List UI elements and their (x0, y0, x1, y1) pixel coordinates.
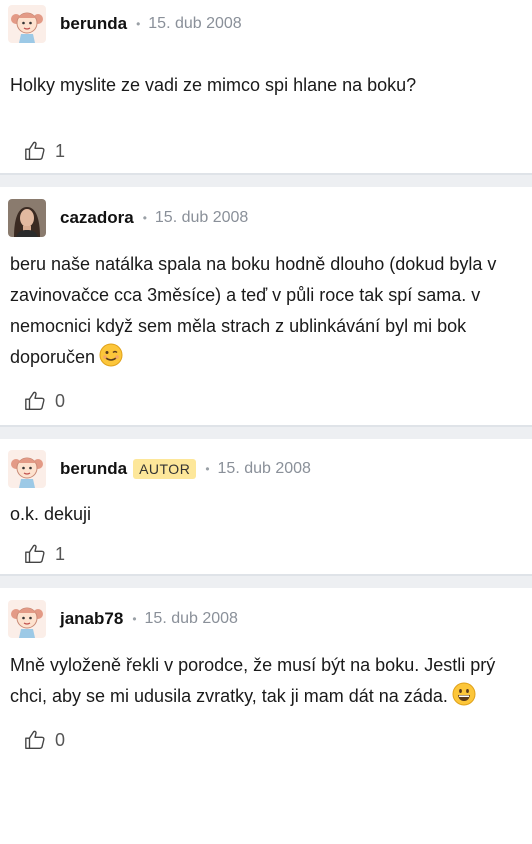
comment-post: cazadora • 15. dub 2008 beru naše natálk… (0, 187, 532, 425)
like-count: 0 (55, 729, 66, 750)
author-name[interactable]: janab78 (60, 609, 123, 629)
post-date: 15. dub 2008 (148, 15, 242, 32)
like-count: 1 (55, 140, 66, 161)
grin-emoji-icon (452, 682, 476, 716)
baby-girl-avatar-icon[interactable] (8, 450, 46, 488)
like-button[interactable]: 1 (0, 534, 532, 574)
thumbs-up-icon (25, 391, 45, 410)
author-name[interactable]: berunda (60, 459, 127, 479)
post-divider (0, 425, 532, 439)
like-button[interactable]: 0 (0, 720, 532, 760)
separator-dot: • (142, 211, 147, 225)
separator-dot: • (136, 17, 141, 31)
like-count: 0 (55, 390, 66, 411)
comment-text: Holky myslite ze vadi ze mimco spi hlane… (10, 75, 417, 95)
like-count: 1 (55, 543, 66, 564)
author-badge: AUTOR (133, 459, 197, 479)
like-button[interactable]: 0 (0, 377, 532, 425)
author-name[interactable]: berunda (60, 14, 127, 34)
thumbs-up-icon (25, 730, 45, 749)
comment-text-content: Mně vyloženě řekli v porodce, že musí bý… (10, 655, 496, 706)
comment-text-content: beru naše natálka spala na boku hodně dl… (10, 254, 497, 367)
comment-header: cazadora • 15. dub 2008 (0, 187, 532, 249)
author-name[interactable]: cazadora (60, 208, 134, 228)
separator-dot: • (132, 612, 137, 626)
like-button[interactable]: 1 (0, 129, 532, 173)
comment-text: beru naše natálka spala na boku hodně dl… (0, 249, 532, 377)
comment-post: berunda AUTOR • 15. dub 2008 o.k. dekuji… (0, 439, 532, 574)
thumbs-up-icon (25, 141, 45, 160)
thumbs-up-icon (25, 544, 45, 563)
comment-text: Mně vyloženě řekli v porodce, že musí bý… (0, 650, 532, 716)
comment-header: berunda • 15. dub 2008 (0, 0, 532, 48)
baby-girl-avatar-icon[interactable] (8, 5, 46, 43)
comment-header: janab78 • 15. dub 2008 (0, 588, 532, 650)
separator-dot: • (205, 462, 210, 476)
comment-post: berunda • 15. dub 2008 Holky myslite ze … (0, 0, 532, 173)
post-date: 15. dub 2008 (217, 460, 311, 477)
comment-text: o.k. dekuji (10, 504, 92, 524)
comment-header: berunda AUTOR • 15. dub 2008 (0, 439, 532, 499)
post-date: 15. dub 2008 (144, 610, 238, 627)
post-divider (0, 173, 532, 187)
wink-emoji-icon (99, 343, 123, 377)
baby-girl-avatar-icon[interactable] (8, 600, 46, 638)
post-date: 15. dub 2008 (154, 209, 249, 226)
comment-post: janab78 • 15. dub 2008 Mně vyloženě řekl… (0, 588, 532, 760)
profile-photo-avatar[interactable] (8, 199, 46, 237)
post-divider (0, 574, 532, 588)
